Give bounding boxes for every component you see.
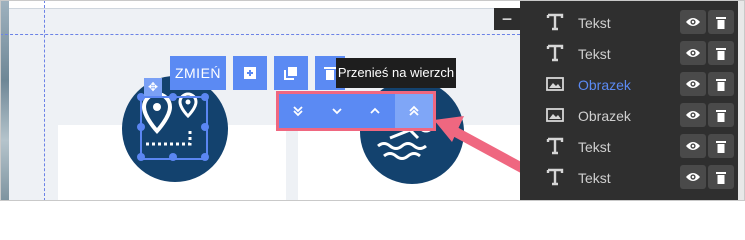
resize-handle[interactable] (201, 93, 209, 101)
tooltip: Przenieś na wierzch (336, 58, 456, 88)
visibility-toggle[interactable] (680, 10, 706, 34)
resize-handle[interactable] (169, 93, 177, 101)
send-backward-button[interactable] (317, 94, 356, 128)
resize-handle[interactable] (201, 153, 209, 161)
send-to-back-button[interactable] (279, 94, 318, 128)
layer-label: Tekst (578, 139, 611, 155)
layer-item[interactable]: Obrazek (520, 69, 745, 100)
layer-label: Tekst (578, 46, 611, 62)
image-icon (546, 75, 564, 93)
chevron-down-icon (332, 108, 342, 115)
change-image-button[interactable]: ZMIEŃ (170, 56, 226, 90)
duplicate-button[interactable] (233, 56, 267, 90)
background-image-strip (0, 0, 9, 201)
delete-layer-button[interactable] (708, 41, 734, 65)
visibility-toggle[interactable] (680, 41, 706, 65)
layer-item[interactable]: Tekst (520, 131, 745, 162)
text-icon (546, 137, 564, 155)
double-chevron-up-icon (409, 105, 419, 116)
resize-handle[interactable] (137, 123, 145, 131)
layer-button[interactable] (274, 56, 308, 90)
eye-icon (686, 80, 700, 88)
layer-label: Obrazek (578, 108, 631, 124)
layers-icon (284, 67, 297, 80)
layer-item[interactable]: Obrazek (520, 100, 745, 131)
delete-layer-button[interactable] (708, 134, 734, 158)
delete-layer-button[interactable] (708, 10, 734, 34)
chevron-up-icon (370, 107, 380, 114)
canvas-top-bar (9, 0, 520, 9)
annotation-arrow-icon (434, 116, 520, 173)
resize-handle[interactable] (201, 123, 209, 131)
change-button-label: ZMIEŃ (174, 65, 222, 81)
eye-icon (686, 49, 700, 57)
scrollbar[interactable] (738, 0, 745, 201)
guide-line-vertical (44, 0, 45, 201)
delete-layer-button[interactable] (708, 72, 734, 96)
collapse-button[interactable]: − (494, 8, 520, 30)
text-icon (546, 168, 564, 186)
move-handle-icon[interactable]: ✥ (144, 78, 162, 96)
editor-canvas[interactable]: ✥ ZMIEŃ Przenieś na wierzch − (0, 0, 520, 201)
trash-icon (716, 140, 726, 153)
eye-icon (686, 111, 700, 119)
trash-icon (716, 16, 726, 29)
eye-icon (686, 142, 700, 150)
layer-label: Obrazek (578, 77, 631, 93)
delete-layer-button[interactable] (708, 103, 734, 127)
guide-line-horizontal (0, 34, 520, 35)
trash-icon (716, 171, 726, 184)
eye-icon (686, 173, 700, 181)
duplicate-icon (244, 67, 256, 79)
layer-item[interactable]: Tekst (520, 162, 745, 193)
resize-handle[interactable] (169, 153, 177, 161)
image-icon (546, 106, 564, 124)
visibility-toggle[interactable] (680, 165, 706, 189)
text-icon (546, 44, 564, 62)
trash-icon (324, 67, 336, 80)
visibility-toggle[interactable] (680, 103, 706, 127)
resize-handle[interactable] (137, 153, 145, 161)
layer-item[interactable]: Tekst (520, 7, 745, 38)
visibility-toggle[interactable] (680, 72, 706, 96)
layer-item[interactable]: Tekst (520, 38, 745, 69)
double-chevron-down-icon (293, 106, 303, 117)
layers-panel: Tekst Tekst Obrazek Obrazek Tekst Tekst (520, 0, 745, 201)
trash-icon (716, 47, 726, 60)
selection-box[interactable] (140, 96, 208, 160)
text-icon (546, 13, 564, 31)
layer-label: Tekst (578, 170, 611, 186)
layer-label: Tekst (578, 15, 611, 31)
delete-layer-button[interactable] (708, 165, 734, 189)
eye-icon (686, 18, 700, 26)
bring-forward-button[interactable] (356, 94, 395, 128)
trash-icon (716, 78, 726, 91)
bring-to-front-button[interactable] (394, 94, 433, 128)
z-order-group (276, 91, 436, 131)
trash-icon (716, 109, 726, 122)
visibility-toggle[interactable] (680, 134, 706, 158)
